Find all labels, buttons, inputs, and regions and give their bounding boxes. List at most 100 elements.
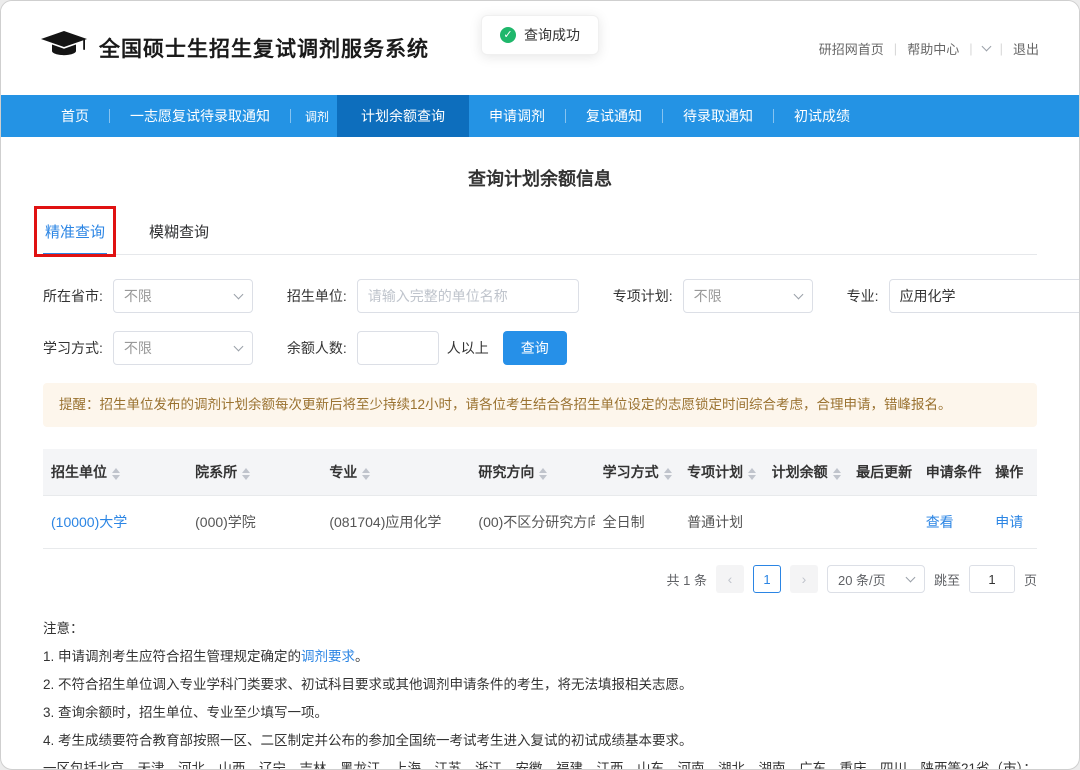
unit-field: 招生单位: — [287, 279, 579, 313]
col-special-plan: 专项计划 — [679, 449, 763, 496]
cell-direction: (00)不区分研究方向 — [470, 496, 594, 549]
app-title: 全国硕士生招生复试调剂服务系统 — [99, 33, 429, 63]
graduation-cap-icon — [41, 30, 87, 67]
nav-home[interactable]: 首页 — [41, 95, 109, 137]
nav-tiaoji-label[interactable]: 调剂 — [291, 95, 337, 137]
page-1-button[interactable]: 1 — [753, 565, 781, 593]
jump-suffix: 页 — [1024, 570, 1037, 589]
sort-icon[interactable] — [664, 468, 672, 480]
filter-form: 所在省市: 不限 招生单位: 专项计划: 不限 — [43, 279, 1037, 365]
page-title: 查询计划余额信息 — [43, 165, 1037, 191]
tab-precise-label: 精准查询 — [45, 224, 105, 241]
study-mode-select[interactable]: 不限 — [113, 331, 253, 365]
nav-pending-admission-notice[interactable]: 待录取通知 — [663, 95, 773, 137]
col-apply-condition: 申请条件 — [918, 449, 988, 496]
study-mode-select-value: 不限 — [124, 338, 152, 358]
sort-icon[interactable] — [833, 468, 841, 480]
tab-precise-query[interactable]: 精准查询 — [43, 211, 107, 255]
form-row-1: 所在省市: 不限 招生单位: 专项计划: 不限 — [43, 279, 1037, 313]
sort-icon[interactable] — [748, 468, 756, 480]
page-size-select[interactable]: 20 条/页 — [827, 565, 925, 593]
study-mode-field: 学习方式: 不限 — [43, 331, 253, 365]
app-window: 全国硕士生招生复试调剂服务系统 ✓ 查询成功 研招网首页 | 帮助中心 | | … — [0, 0, 1080, 770]
note-line-1: 1. 申请调剂考生应符合招生管理规定确定的调剂要求。 — [43, 647, 1037, 668]
unit-input[interactable] — [357, 279, 579, 313]
special-plan-field: 专项计划: 不限 — [613, 279, 813, 313]
province-select[interactable]: 不限 — [113, 279, 253, 313]
nav-retest-notice[interactable]: 复试通知 — [566, 95, 662, 137]
unit-label: 招生单位: — [287, 286, 347, 306]
chevron-down-icon — [906, 572, 916, 582]
chevron-down-icon — [233, 341, 243, 351]
col-major: 专业 — [321, 449, 470, 496]
chevron-down-icon[interactable] — [981, 41, 991, 51]
link-yanzhao-home[interactable]: 研招网首页 — [819, 39, 884, 58]
view-condition-link[interactable]: 查看 — [926, 514, 954, 530]
quota-suffix: 人以上 — [447, 338, 489, 358]
nav-apply-tiaoji[interactable]: 申请调剂 — [469, 95, 565, 137]
col-last-update: 最后更新 — [848, 449, 918, 496]
col-research-direction: 研究方向 — [470, 449, 594, 496]
quota-field: 余额人数: 人以上 查询 — [287, 331, 567, 365]
nav-plan-balance-query[interactable]: 计划余额查询 — [337, 95, 469, 137]
quota-label: 余额人数: — [287, 338, 347, 358]
study-mode-label: 学习方式: — [43, 338, 103, 358]
cell-study-mode: 全日制 — [595, 496, 679, 549]
prev-page-button[interactable]: ‹ — [716, 565, 744, 593]
sort-icon[interactable] — [242, 468, 250, 480]
form-row-2: 学习方式: 不限 余额人数: 人以上 查询 — [43, 331, 1037, 365]
header: 全国硕士生招生复试调剂服务系统 ✓ 查询成功 研招网首页 | 帮助中心 | | … — [1, 1, 1079, 95]
cell-department: (000)学院 — [187, 496, 321, 549]
apply-link[interactable]: 申请 — [995, 514, 1023, 530]
page-size-value: 20 条/页 — [838, 570, 886, 589]
notice-banner: 提醒：招生单位发布的调剂计划余额每次更新后将至少持续12小时，请各位考生结合各招… — [43, 383, 1037, 427]
main-content: 查询计划余额信息 精准查询 模糊查询 所在省市: 不限 招生单位: — [1, 165, 1079, 770]
link-logout[interactable]: 退出 — [1013, 39, 1039, 58]
results-table: 招生单位 院系所 专业 研究方向 学习方式 专项计划 计划余额 最后更新 申请条… — [43, 449, 1037, 549]
col-plan-balance: 计划余额 — [764, 449, 848, 496]
cell-plan-balance — [764, 496, 848, 549]
sort-icon[interactable] — [112, 468, 120, 480]
link-help-center[interactable]: 帮助中心 — [907, 39, 959, 58]
tiaoji-requirements-link[interactable]: 调剂要求 — [301, 649, 355, 664]
toast-text: 查询成功 — [524, 25, 580, 45]
province-select-value: 不限 — [124, 286, 152, 306]
special-plan-label: 专项计划: — [613, 286, 673, 306]
jump-page-input[interactable] — [969, 565, 1015, 593]
col-study-mode: 学习方式 — [595, 449, 679, 496]
col-unit: 招生单位 — [43, 449, 187, 496]
sort-icon[interactable] — [539, 468, 547, 480]
divider: | — [1000, 41, 1003, 56]
divider: | — [969, 41, 972, 56]
major-label: 专业: — [847, 286, 879, 306]
chevron-down-icon — [793, 289, 803, 299]
cell-last-update — [848, 496, 918, 549]
note-line-2: 2. 不符合招生单位调入专业学科门类要求、初试科目要求或其他调剂申请条件的考生，… — [43, 675, 1037, 696]
next-page-button[interactable]: › — [790, 565, 818, 593]
province-label: 所在省市: — [43, 286, 103, 306]
col-action: 操作 — [987, 449, 1037, 496]
col-department: 院系所 — [187, 449, 321, 496]
jump-label: 跳至 — [934, 570, 960, 589]
quota-input[interactable] — [357, 331, 439, 365]
main-nav: 首页 一志愿复试待录取通知 调剂 计划余额查询 申请调剂 复试通知 待录取通知 … — [1, 95, 1079, 137]
note-line-4: 4. 考生成绩要符合教育部按照一区、二区制定并公布的参加全国统一考试考生进入复试… — [43, 731, 1037, 752]
special-plan-select[interactable]: 不限 — [683, 279, 813, 313]
major-field: 专业: — [847, 279, 1080, 313]
sort-icon[interactable] — [362, 468, 370, 480]
total-count: 共 1 条 — [667, 570, 707, 589]
cell-special-plan: 普通计划 — [679, 496, 763, 549]
major-input[interactable] — [889, 279, 1080, 313]
search-button[interactable]: 查询 — [503, 331, 567, 365]
note-line-3: 3. 查询余额时，招生单位、专业至少填写一项。 — [43, 703, 1037, 724]
nav-first-choice-admission-notice[interactable]: 一志愿复试待录取通知 — [110, 95, 290, 137]
tab-fuzzy-query[interactable]: 模糊查询 — [147, 211, 211, 254]
query-tabs: 精准查询 模糊查询 — [43, 211, 1037, 255]
note-line-5: 一区包括北京、天津、河北、山西、辽宁、吉林、黑龙江、上海、江苏、浙江、安徽、福建… — [43, 759, 1037, 770]
check-circle-icon: ✓ — [500, 27, 516, 43]
nav-initial-exam-score[interactable]: 初试成绩 — [774, 95, 870, 137]
header-links: 研招网首页 | 帮助中心 | | 退出 — [819, 39, 1039, 58]
cell-major: (081704)应用化学 — [321, 496, 470, 549]
unit-link[interactable]: (10000)大学 — [51, 514, 127, 530]
pagination: 共 1 条 ‹ 1 › 20 条/页 跳至 页 — [43, 565, 1037, 593]
